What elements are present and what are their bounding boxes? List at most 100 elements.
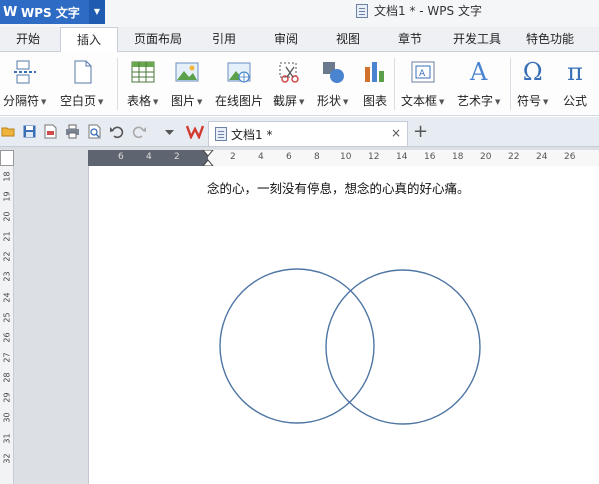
save-icon[interactable] (22, 124, 37, 139)
wordart-label: 艺术字 (457, 94, 494, 108)
ruler-tick: 6 (118, 152, 124, 162)
redo-icon[interactable] (132, 124, 147, 139)
document-page[interactable]: 念的心，一刻没有停息，想念的心真的好心痛。 (88, 166, 599, 484)
ruler-tick: 8 (314, 152, 320, 162)
ruler-tick: 19 (2, 191, 12, 202)
ribbon-separator (117, 58, 118, 110)
chart-button[interactable]: 图表 (361, 56, 389, 114)
tab-developer[interactable]: 开发工具 (444, 27, 510, 52)
ruler-tick: 20 (480, 152, 492, 162)
picture-button[interactable]: 图片 ▼ (171, 56, 202, 114)
ruler-tick: 29 (2, 392, 12, 403)
vertical-ruler[interactable]: 18 19 20 21 22 23 24 25 26 27 28 29 30 3… (0, 166, 14, 484)
print-preview-icon[interactable] (87, 124, 102, 139)
ruler-tick: 4 (146, 152, 152, 162)
ruler-tick: 2 (174, 152, 180, 162)
textbox-button[interactable]: A 文本框 ▼ (401, 56, 444, 114)
new-tab-button[interactable]: + (413, 122, 428, 142)
svg-text:A: A (419, 69, 426, 79)
tab-references[interactable]: 引用 (198, 27, 250, 52)
ruler-tick: 27 (2, 352, 12, 363)
ruler-tick: 24 (536, 152, 548, 162)
wps-logo-icon: W (3, 4, 18, 20)
screenshot-button[interactable]: 截屏 ▼ (273, 56, 304, 114)
wps-home-icon[interactable] (186, 124, 204, 139)
table-icon (129, 58, 157, 86)
circle-shape-right[interactable] (325, 269, 481, 425)
indent-marker-icon[interactable] (202, 150, 214, 166)
document-tab-icon (215, 127, 227, 141)
print-icon[interactable] (65, 124, 80, 139)
document-tab-label: 文档1 * (231, 127, 273, 142)
online-picture-button[interactable]: 在线图片 (215, 56, 263, 114)
chart-icon (361, 58, 389, 86)
tab-insert[interactable]: 插入 (60, 27, 118, 53)
screenshot-label: 截屏 (273, 94, 298, 108)
chart-label: 图表 (362, 94, 387, 108)
open-folder-icon[interactable] (1, 124, 16, 139)
formula-icon: π (567, 58, 583, 86)
page-break-icon (11, 58, 39, 86)
app-menu-button[interactable]: W WPS 文字 ▼ (0, 0, 105, 24)
table-label: 表格 (127, 94, 152, 108)
ruler-tick: 30 (2, 412, 12, 423)
wordart-button[interactable]: A 艺术字 ▼ (457, 56, 500, 114)
picture-icon (173, 58, 201, 86)
ruler-tick: 22 (2, 251, 12, 262)
blank-page-label: 空白页 (60, 94, 97, 108)
ruler-tick: 21 (2, 231, 12, 242)
page-break-button[interactable]: 分隔符 ▼ (3, 56, 46, 114)
window-title: 文档1 * - WPS 文字 (356, 0, 482, 22)
menu-tab-bar: 开始 插入 页面布局 引用 审阅 视图 章节 开发工具 特色功能 (0, 27, 599, 53)
page-break-label: 分隔符 (3, 94, 40, 108)
tab-start[interactable]: 开始 (0, 27, 56, 52)
ribbon-separator (510, 58, 511, 110)
tab-chapter[interactable]: 章节 (384, 27, 436, 52)
tab-view[interactable]: 视图 (322, 27, 374, 52)
ruler-tick: 32 (2, 453, 12, 464)
tab-special-features[interactable]: 特色功能 (518, 27, 582, 52)
formula-button[interactable]: π 公式 (561, 56, 589, 114)
app-name: WPS 文字 (21, 5, 80, 20)
textbox-label: 文本框 (401, 94, 438, 108)
app-menu-dropdown-icon[interactable]: ▼ (89, 0, 105, 24)
ruler-tick: 31 (2, 433, 12, 444)
ruler-tick: 22 (508, 152, 520, 162)
ribbon-separator (394, 58, 395, 110)
ruler-tick: 6 (286, 152, 292, 162)
wordart-icon: A (470, 58, 488, 86)
horizontal-ruler[interactable]: 6 4 2 2 4 6 8 10 12 14 16 18 20 22 24 26 (88, 150, 599, 166)
shapes-button[interactable]: 形状 ▼ (317, 56, 348, 114)
table-button[interactable]: 表格 ▼ (127, 56, 158, 114)
formula-label: 公式 (562, 94, 587, 108)
ruler-tick: 16 (424, 152, 436, 162)
ruler-tick: 25 (2, 312, 12, 323)
customize-toolbar-dropdown-icon[interactable] (162, 124, 177, 139)
blank-page-button[interactable]: 空白页 ▼ (60, 56, 103, 114)
shapes-canvas (219, 268, 481, 425)
ruler-tick: 26 (564, 152, 576, 162)
ruler-tick: 24 (2, 292, 12, 303)
ruler-tick: 18 (452, 152, 464, 162)
online-picture-label: 在线图片 (215, 94, 264, 108)
ruler-tick: 28 (2, 372, 12, 383)
symbol-label: 符号 (517, 94, 542, 108)
document-icon (356, 4, 368, 18)
symbol-button[interactable]: Ω 符号 ▼ (517, 56, 548, 114)
ruler-tick: 10 (340, 152, 352, 162)
tab-stop-selector[interactable] (0, 150, 14, 166)
shapes-label: 形状 (317, 94, 342, 108)
ruler-tick: 4 (258, 152, 264, 162)
export-pdf-icon[interactable] (43, 124, 58, 139)
circle-shape-left[interactable] (219, 268, 375, 424)
ruler-tick: 26 (2, 332, 12, 343)
close-tab-icon[interactable]: × (391, 126, 401, 140)
tab-review[interactable]: 审阅 (260, 27, 312, 52)
tab-page-layout[interactable]: 页面布局 (124, 27, 192, 52)
document-tab[interactable]: 文档1 * × (208, 121, 408, 146)
picture-label: 图片 (171, 94, 196, 108)
symbol-icon: Ω (522, 58, 543, 86)
undo-icon[interactable] (109, 124, 124, 139)
blank-page-icon (68, 58, 96, 86)
window-title-text: 文档1 * - WPS 文字 (374, 4, 482, 18)
